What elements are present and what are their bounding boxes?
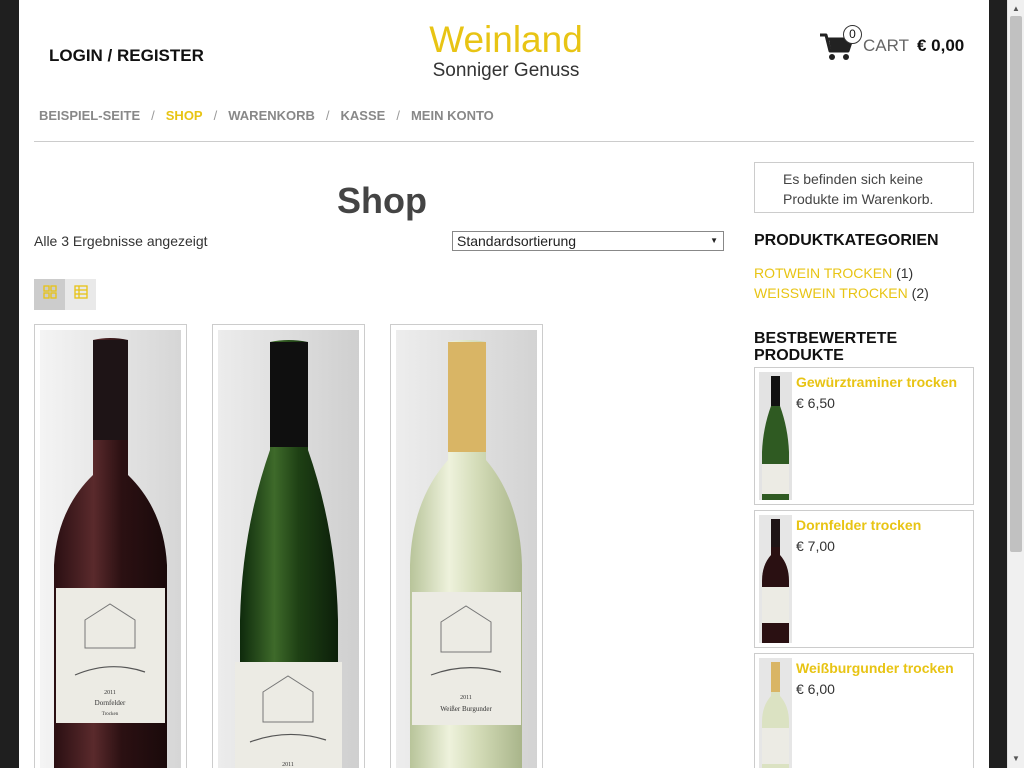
nav-separator: / <box>151 108 155 123</box>
top-rated-list: Gewürztraminer trocken € 6,50 Dornfelder… <box>754 367 974 768</box>
header-divider <box>34 141 974 142</box>
product-name[interactable]: Gewürztraminer trocken <box>796 374 957 390</box>
svg-text:2011: 2011 <box>104 690 116 696</box>
categories-heading: PRODUKTKATEGORIEN <box>754 232 939 249</box>
nav-item-kasse[interactable]: KASSE <box>341 108 386 123</box>
nav-item-beispiel-seite[interactable]: BEISPIEL-SEITE <box>39 108 140 123</box>
sort-select[interactable]: Standardsortierung ▼ <box>452 231 724 251</box>
category-count: (2) <box>911 285 929 301</box>
list-view-icon <box>73 285 88 304</box>
top-rated-item[interactable]: Gewürztraminer trocken € 6,50 <box>754 367 974 505</box>
site-title[interactable]: Weinland <box>419 20 593 60</box>
category-link-weisswein[interactable]: WEISSWEIN TROCKEN <box>754 285 908 301</box>
product-price: € 6,50 <box>796 395 835 411</box>
svg-text:Trocken: Trocken <box>102 712 119 717</box>
grid-view-icon <box>42 285 57 304</box>
mini-cart-empty: Es befinden sich keine Produkte im Waren… <box>754 162 974 213</box>
top-rated-item[interactable]: Dornfelder trocken € 7,00 <box>754 510 974 648</box>
product-card[interactable]: 2011 Dornfelder Trocken <box>34 324 187 768</box>
product-thumbnail[interactable] <box>759 515 792 643</box>
vertical-scrollbar[interactable]: ▲ ▼ <box>1007 0 1024 768</box>
grid-view-button[interactable] <box>34 279 65 310</box>
site-brand[interactable]: Weinland Sonniger Genuss <box>419 20 593 82</box>
scroll-down-arrow-icon[interactable]: ▼ <box>1008 752 1024 766</box>
page-title: Shop <box>337 180 427 221</box>
nav-separator: / <box>325 108 330 123</box>
main-navigation: BEISPIEL-SEITE / SHOP / WARENKORB / KASS… <box>39 108 494 123</box>
svg-text:2011: 2011 <box>460 695 472 701</box>
site-tagline: Sonniger Genuss <box>432 60 580 81</box>
list-view-button[interactable] <box>65 279 96 310</box>
category-item: WEISSWEIN TROCKEN (2) <box>754 283 974 303</box>
page: LOGIN / REGISTER Weinland Sonniger Genus… <box>19 0 989 768</box>
product-thumbnail[interactable] <box>759 658 792 768</box>
header-cart[interactable]: 0 CART € 0,00 <box>819 25 964 64</box>
category-list: ROTWEIN TROCKEN (1) WEISSWEIN TROCKEN (2… <box>754 263 974 303</box>
product-price: € 6,00 <box>796 681 835 697</box>
sort-selected-value: Standardsortierung <box>457 233 577 249</box>
dropdown-arrow-icon: ▼ <box>710 236 718 245</box>
scrollbar-thumb[interactable] <box>1010 16 1022 552</box>
top-rated-heading: BESTBEWERTETE PRODUKTE <box>754 330 898 364</box>
product-card[interactable]: 2011 Weißer Burgunder <box>390 324 543 768</box>
nav-item-shop[interactable]: SHOP <box>166 108 203 123</box>
product-card[interactable]: 2011 <box>212 324 365 768</box>
nav-separator: / <box>396 108 400 123</box>
shopping-cart-icon[interactable]: 0 <box>819 25 862 64</box>
category-count: (1) <box>896 265 914 281</box>
cart-label[interactable]: CART <box>863 36 909 56</box>
category-item: ROTWEIN TROCKEN (1) <box>754 263 974 283</box>
product-price: € 7,00 <box>796 538 835 554</box>
svg-text:Weißer Burgunder: Weißer Burgunder <box>440 705 492 713</box>
product-image-green-wine-bottle[interactable]: 2011 <box>218 330 359 768</box>
nav-separator: / <box>213 108 218 123</box>
svg-text:2011: 2011 <box>282 762 294 768</box>
svg-text:Dornfelder: Dornfelder <box>95 699 126 707</box>
product-name[interactable]: Dornfelder trocken <box>796 517 921 533</box>
product-name[interactable]: Weißburgunder trocken <box>796 660 954 676</box>
scroll-up-arrow-icon[interactable]: ▲ <box>1008 2 1024 16</box>
category-link-rotwein[interactable]: ROTWEIN TROCKEN <box>754 265 892 281</box>
product-image-white-wine-bottle[interactable]: 2011 Weißer Burgunder <box>396 330 537 768</box>
nav-item-warenkorb[interactable]: WARENKORB <box>228 108 315 123</box>
view-toggle <box>34 279 96 310</box>
cart-total[interactable]: € 0,00 <box>917 36 964 56</box>
nav-item-mein-konto[interactable]: MEIN KONTO <box>411 108 494 123</box>
sidebar: Es befinden sich keine Produkte im Waren… <box>754 162 974 768</box>
login-register-link[interactable]: LOGIN / REGISTER <box>49 46 204 66</box>
product-image-red-wine-bottle[interactable]: 2011 Dornfelder Trocken <box>40 330 181 768</box>
cart-count-badge: 0 <box>843 25 862 44</box>
top-rated-item[interactable]: Weißburgunder trocken € 6,00 <box>754 653 974 768</box>
result-count: Alle 3 Ergebnisse angezeigt <box>34 233 208 249</box>
product-thumbnail[interactable] <box>759 372 792 500</box>
